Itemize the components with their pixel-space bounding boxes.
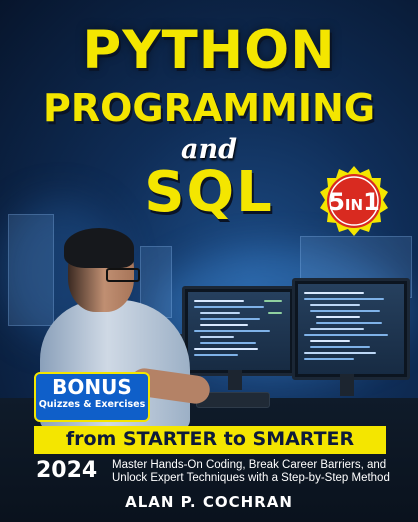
background-window xyxy=(8,214,54,326)
subtitle-line-2: Unlock Expert Techniques with a Step-by-… xyxy=(112,472,390,484)
book-cover: PYTHON PROGRAMMING and SQL 5IN1 BONUS Qu… xyxy=(0,0,418,522)
author: ALAN P. COCHRAN xyxy=(125,493,293,511)
title-python: PYTHON xyxy=(82,20,336,81)
year: 2024 xyxy=(36,458,98,483)
monitor-stand xyxy=(228,370,242,390)
monitor-stand xyxy=(340,374,354,396)
subtitle-line-1: Master Hands-On Coding, Break Career Bar… xyxy=(112,459,387,471)
bonus-subtitle: Quizzes & Exercises xyxy=(38,399,146,410)
tagline: from STARTER to SMARTER xyxy=(65,428,355,450)
monitor-center xyxy=(182,286,296,376)
badge-suffix: 1 xyxy=(363,188,380,216)
monitor-right xyxy=(292,278,410,380)
person-hair xyxy=(64,228,134,268)
glasses xyxy=(106,268,140,282)
badge-number: 5 xyxy=(328,188,345,216)
bonus-box: BONUS Quizzes & Exercises xyxy=(34,372,150,422)
title-programming: PROGRAMMING xyxy=(42,86,376,130)
badge-in: IN xyxy=(344,196,364,214)
badge-label: 5IN1 xyxy=(319,188,389,216)
subtitle: Master Hands-On Coding, Break Career Bar… xyxy=(112,459,400,485)
bonus-title: BONUS xyxy=(52,375,132,399)
